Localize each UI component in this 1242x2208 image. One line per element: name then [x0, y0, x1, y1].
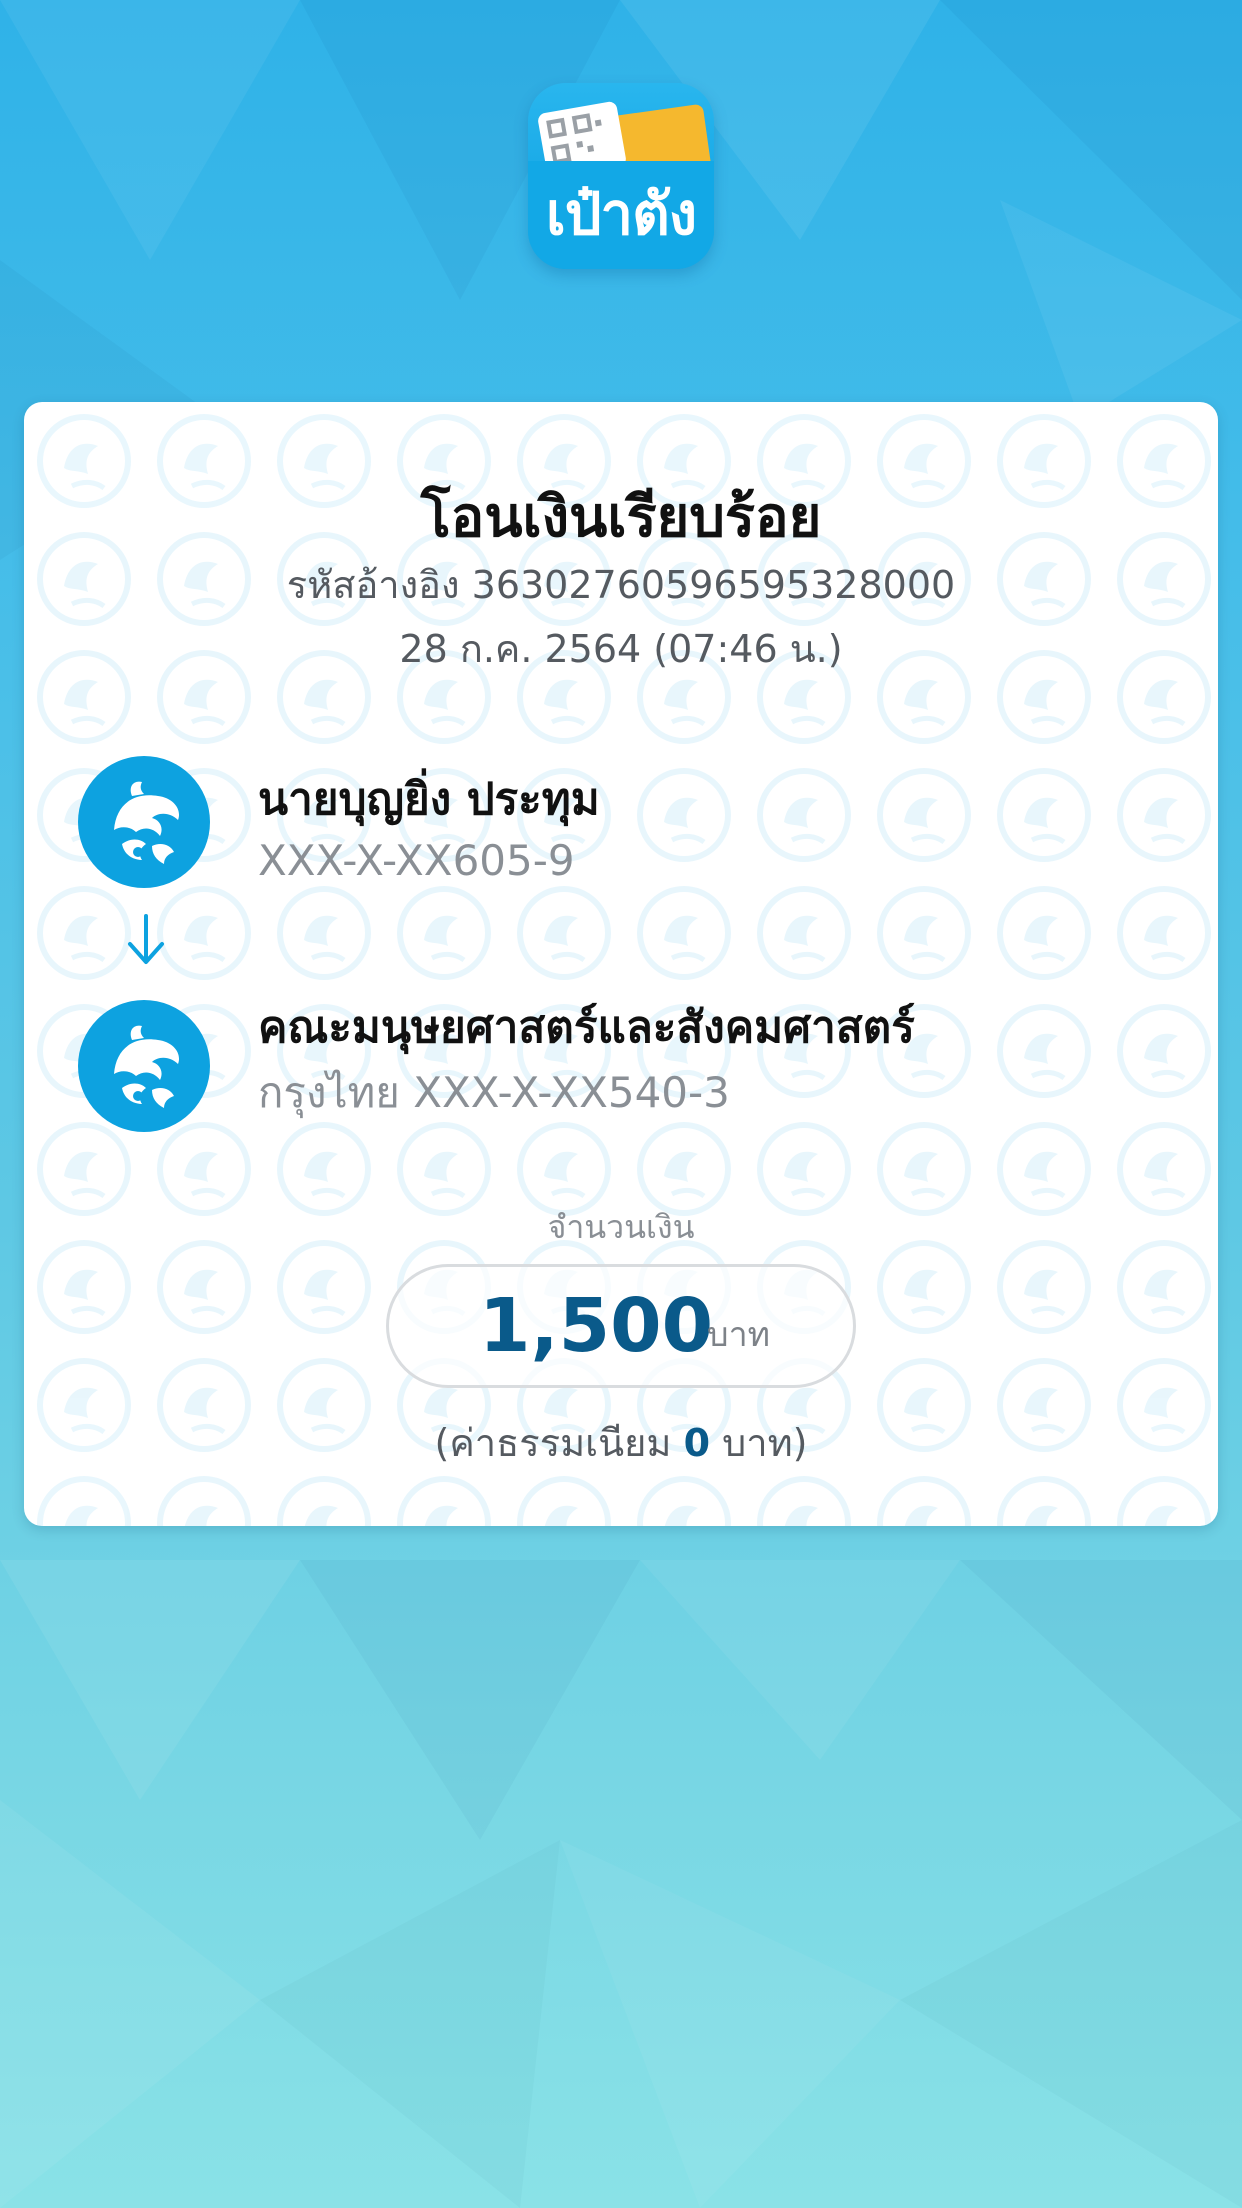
sender-name: นายบุญยิ่ง ประทุม: [258, 774, 600, 825]
amount-pill: 1,500 บาท: [386, 1264, 856, 1388]
fee-value: 0: [683, 1421, 711, 1465]
transaction-datetime: 28 ก.ค. 2564 (07:46 น.): [399, 627, 843, 671]
reference-number: 36302760596595328000: [471, 563, 956, 607]
receipt-title: โอนเงินเรียบร้อย: [420, 485, 822, 550]
amount-value: 1,500: [479, 1283, 714, 1369]
fee-suffix: บาท): [722, 1421, 808, 1465]
reference-line: รหัสอ้างอิง 36302760596595328000: [24, 554, 1218, 615]
arrow-down-icon: [128, 914, 164, 964]
receiver-bank-logo-icon: [78, 1000, 210, 1132]
receipt-card: โอนเงินเรียบร้อย รหัสอ้างอิง 36302760596…: [24, 402, 1218, 1526]
sender-account: XXX-X-XX605-9: [258, 836, 575, 885]
app-name-label: เป๋าตัง: [545, 180, 697, 248]
fee-line: (ค่าธรรมเนียม 0 บาท): [24, 1412, 1218, 1473]
amount-label: จำนวนเงิน: [547, 1208, 695, 1246]
receiver-name: คณะมนุษยศาสตร์และสังคมศาสตร์: [258, 1002, 915, 1053]
fee-prefix: (ค่าธรรมเนียม: [434, 1421, 672, 1465]
receiver-account: กรุงไทย XXX-X-XX540-3: [258, 1068, 730, 1117]
app-icon: เป๋าตัง: [528, 83, 714, 269]
reference-label: รหัสอ้างอิง: [286, 563, 460, 607]
sender-bank-logo-icon: [78, 756, 210, 888]
amount-unit: บาท: [707, 1315, 771, 1355]
